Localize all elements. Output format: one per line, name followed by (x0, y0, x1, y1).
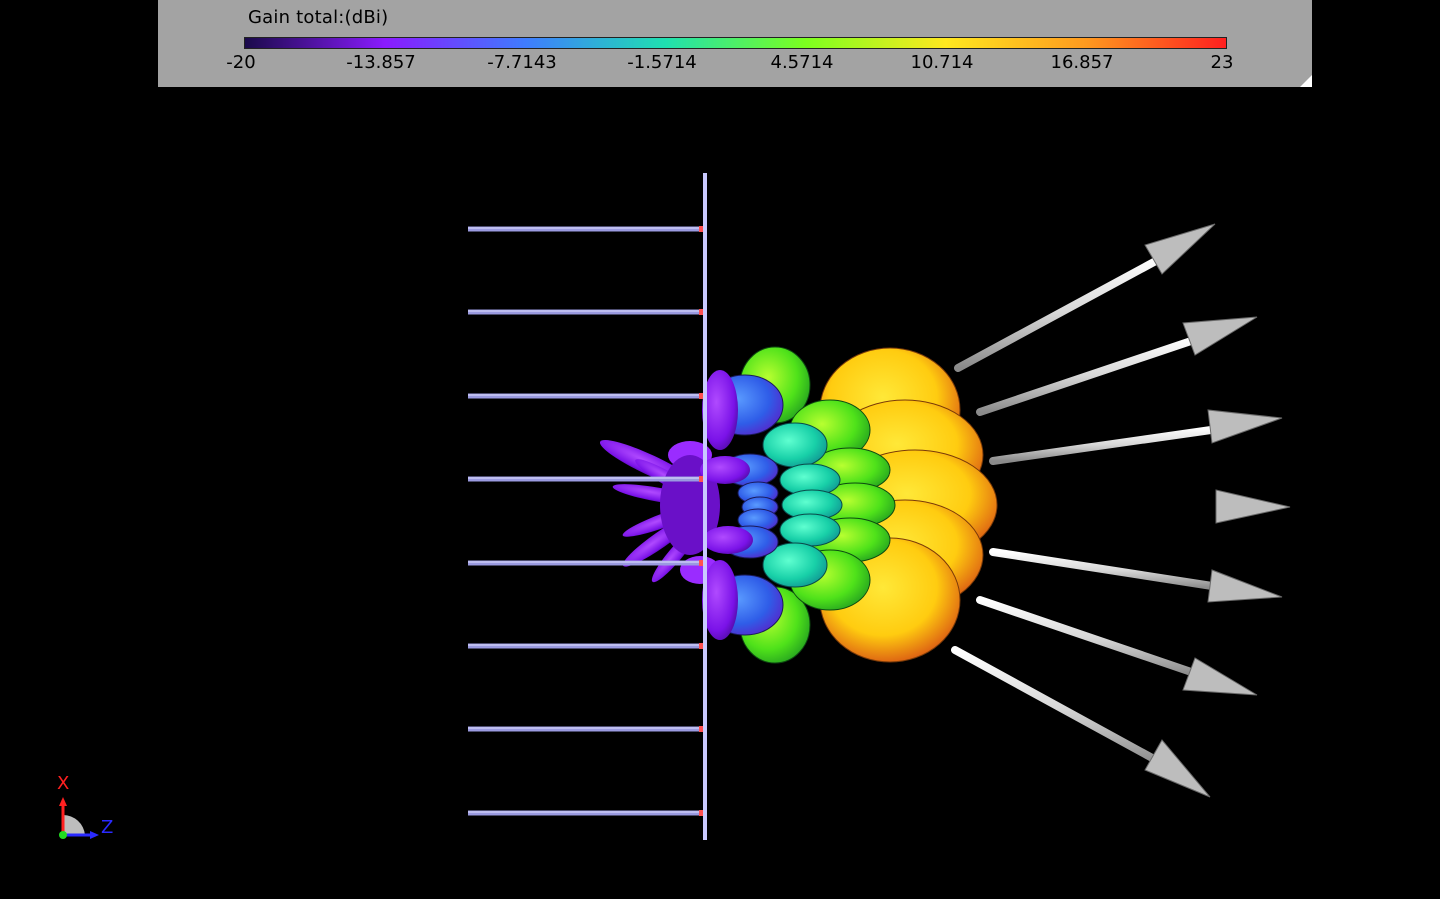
axes-triad-arc (63, 814, 85, 835)
x-axis-label: X (57, 773, 70, 794)
beam-arrows (951, 223, 1291, 798)
z-axis-arrowhead (90, 831, 99, 839)
axes-triad[interactable] (59, 797, 99, 839)
beam-arrow (993, 489, 1291, 524)
beam-arrow (976, 596, 1258, 696)
beam-arrow (989, 409, 1283, 465)
axes-origin (59, 831, 67, 839)
beam-arrow (989, 548, 1283, 603)
radiation-pattern-scene[interactable] (0, 0, 1440, 899)
ground-plane (703, 173, 707, 840)
beam-arrow (951, 646, 1211, 798)
x-axis-arrowhead (59, 797, 67, 806)
z-axis-label: Z (101, 817, 114, 838)
